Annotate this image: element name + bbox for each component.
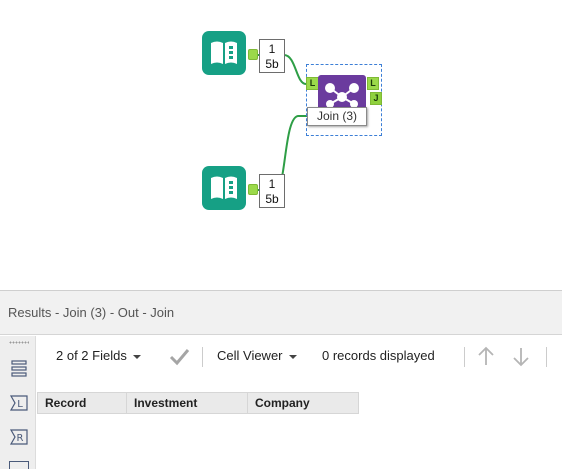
results-side-toolbar: L R <box>0 336 36 469</box>
input-2-output-anchor[interactable] <box>248 184 258 195</box>
join-tool-label: Join (3) <box>307 107 367 126</box>
cell-viewer-label: Cell Viewer <box>217 348 283 363</box>
arrow-down-icon <box>513 348 529 367</box>
toolbar-divider <box>546 347 547 367</box>
right-anchor-label: R <box>17 433 24 444</box>
next-side-button[interactable] <box>9 461 29 469</box>
input-data-tool-1[interactable] <box>202 31 246 75</box>
chevron-down-icon <box>132 354 141 359</box>
arrow-up-icon <box>478 346 494 365</box>
fields-dropdown[interactable]: 2 of 2 Fields <box>56 336 141 376</box>
chevron-down-icon <box>288 354 297 359</box>
results-grid-header: Record Investment Company <box>37 392 359 414</box>
workflow-canvas[interactable]: 1 5b 1 5b L L J Join (3) <box>0 0 562 290</box>
column-header-company[interactable]: Company <box>247 392 359 414</box>
input-data-tool-2[interactable] <box>202 166 246 210</box>
join-left-output-anchor[interactable]: L <box>367 77 379 90</box>
record-count: 1 <box>268 42 276 56</box>
book-icon <box>211 176 237 199</box>
column-header-investment[interactable]: Investment <box>126 392 248 414</box>
scroll-down-button[interactable] <box>511 336 531 376</box>
input-1-output-anchor[interactable] <box>248 49 258 60</box>
scroll-up-button[interactable] <box>476 336 496 376</box>
apply-fields-button[interactable] <box>168 336 190 376</box>
record-size: 5b <box>265 192 279 206</box>
results-panel: Results - Join (3) - Out - Join L R 2 of… <box>0 290 562 469</box>
list-view-button[interactable] <box>9 358 29 378</box>
right-anchor-icon: R <box>9 429 28 445</box>
record-count-box-1: 1 5b <box>259 39 285 73</box>
right-output-button[interactable]: R <box>9 427 29 447</box>
left-output-button[interactable]: L <box>9 393 29 413</box>
left-anchor-label: L <box>17 399 23 410</box>
workflow-window: 1 5b 1 5b L L J Join (3) Results - Join … <box>0 0 562 469</box>
left-anchor-icon: L <box>9 395 28 411</box>
cell-viewer-dropdown[interactable]: Cell Viewer <box>217 336 297 376</box>
book-icon <box>211 41 237 64</box>
fields-dropdown-label: 2 of 2 Fields <box>56 348 127 363</box>
records-displayed-text: 0 records displayed <box>322 348 435 363</box>
record-count: 1 <box>268 177 276 191</box>
list-icon <box>11 360 27 377</box>
results-toolbar: 2 of 2 Fields Cell Viewer 0 records disp… <box>36 336 562 376</box>
toolbar-divider <box>464 347 465 367</box>
results-panel-title: Results - Join (3) - Out - Join <box>0 291 562 335</box>
drag-grip-icon[interactable] <box>9 341 29 344</box>
column-header-record[interactable]: Record <box>37 392 127 414</box>
record-size: 5b <box>265 57 279 71</box>
checkmark-icon <box>169 349 190 366</box>
join-join-output-anchor[interactable]: J <box>370 92 382 105</box>
toolbar-divider <box>202 347 203 367</box>
record-count-box-2: 1 5b <box>259 174 285 208</box>
